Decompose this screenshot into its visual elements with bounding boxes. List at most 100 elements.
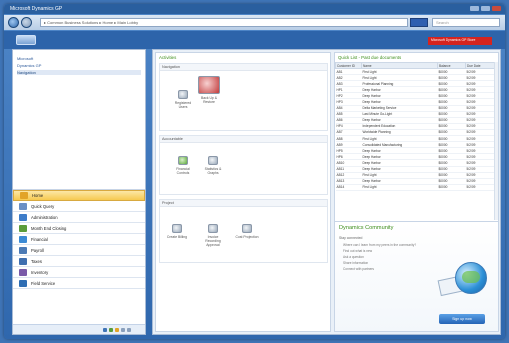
quick-list-table: Customer ID Name Balance Due Date AB1 Fir… [335,62,498,191]
nav-item-payroll[interactable]: Payroll [13,245,145,256]
nav-shortcut-icon[interactable] [103,328,107,332]
nav-item-administration[interactable]: Administration [13,212,145,223]
tile-create-billing[interactable]: Create Billing [164,224,190,239]
toolbar: Microsoft Dynamics GP Store [4,31,505,49]
sign-up-button[interactable]: Sign up now [439,314,485,324]
community-panel: Dynamics Community Stay connected Where … [335,221,498,331]
controls-icon [178,156,188,165]
invoice-icon [208,224,218,233]
table-body: AB1 First Light $0000 5/2/09 AB2 First Light $… [335,68,498,191]
quick-list-panel: Quick List - Past due documents Customer… [334,52,499,332]
backup-icon [198,76,220,94]
title-bar: Microsoft Dynamics GP [4,4,505,14]
tile-label: Cost Projection [235,235,259,239]
community-subtitle: Stay connected [339,236,363,240]
globe-icon [455,262,487,294]
tile-label: Financial Controls [176,167,190,175]
table-cell: First Light [361,184,438,191]
home-icon [20,192,28,199]
tile-backup[interactable]: Back Up & Restore [196,76,222,104]
nav-label: Field Service [31,280,56,286]
nav-item-taxes[interactable]: Taxes [13,256,145,267]
projection-icon [242,224,252,233]
home-button[interactable] [16,35,36,45]
calendar-icon [19,224,27,232]
nav-shortcut-icon[interactable] [127,328,131,332]
section-navigation: Navigation Registered Users Back Up & Re… [159,63,328,131]
address-bar: ▸ Common Business Solutions ▸ Home ▸ Mai… [4,15,505,30]
tile-statistics[interactable]: Statistics & Graphs [200,156,226,175]
sidebar-footer [13,324,145,334]
section-accountable: Accountable Financial Controls Statistic… [159,135,328,195]
nav-item-inventory[interactable]: Inventory [13,267,145,278]
nav-shortcut-icon[interactable] [121,328,125,332]
navigation-pane-list: Home Quick Query Administration Month En… [13,190,145,289]
scrollbar[interactable] [494,62,498,220]
community-title: Dynamics Community [339,225,394,231]
nav-label: Month End Closing [31,225,67,231]
store-button[interactable]: Microsoft Dynamics GP Store [428,37,492,45]
billing-icon [172,224,182,233]
section-title: Accountable [160,136,327,143]
window-title: Microsoft Dynamics GP [10,6,63,12]
tile-label: Statistics & Graphs [204,167,222,175]
users-icon [178,90,188,99]
financial-icon [19,235,27,243]
query-icon [19,202,27,210]
nav-label: Inventory [31,269,49,275]
forward-button[interactable] [21,17,32,28]
nav-label: Administration [31,214,58,220]
activities-panel: Activities Navigation Registered Users B… [155,52,331,332]
tile-registered-users[interactable]: Registered Users [170,90,196,109]
payroll-icon [19,246,27,254]
nav-item-financial[interactable]: Financial [13,234,145,245]
maximize-button[interactable] [481,6,490,11]
section-project: Project Create Billing Invoice Recording… [159,199,328,263]
go-button[interactable] [410,18,428,27]
field-service-icon [19,279,27,287]
statistics-icon [208,156,218,165]
back-button[interactable] [8,17,19,28]
nav-item-field-service[interactable]: Field Service [13,278,145,289]
tree-item[interactable]: Navigation [17,70,141,75]
inventory-icon [19,268,27,276]
tile-invoice-approval[interactable]: Invoice Recording Approval [200,224,226,247]
tree-item[interactable]: Microsoft [17,56,141,61]
tile-label: Invoice Recording Approval [205,235,221,247]
minimize-button[interactable] [470,6,479,11]
app-window: Microsoft Dynamics GP ▸ Common Business … [4,4,505,339]
nav-label: Home [32,193,44,198]
table-cell: $0000 [437,184,466,191]
nav-shortcut-icon[interactable] [115,328,119,332]
tile-financial-controls[interactable]: Financial Controls [170,156,196,175]
nav-label: Financial [31,236,48,242]
navigation-tree: Microsoft Dynamics GP Navigation [13,50,145,190]
nav-item-home[interactable]: Home [13,190,145,201]
section-title: Project [160,200,327,207]
panel-title: Activities [159,55,177,60]
section-title: Navigation [160,64,327,71]
nav-label: Payroll [31,247,44,253]
tile-label: Registered Users [174,101,192,109]
nav-item-month-end[interactable]: Month End Closing [13,223,145,234]
nav-label: Taxes [31,258,42,264]
window-controls [470,6,501,11]
nav-label: Quick Query [31,203,55,209]
taxes-icon [19,257,27,265]
tree-item[interactable]: Dynamics GP [17,63,141,68]
quick-list-title: Quick List - Past due documents [338,55,402,60]
main-content: Activities Navigation Registered Users B… [152,49,501,335]
nav-shortcut-icon[interactable] [109,328,113,332]
admin-icon [19,213,27,221]
table-row[interactable]: AB14 First Light $0000 5/2/09 [335,184,498,191]
nav-item-quick-query[interactable]: Quick Query [13,201,145,212]
table-cell: AB14 [335,184,362,191]
tile-cost-projection[interactable]: Cost Projection [234,224,260,239]
search-input[interactable]: Search [432,18,500,27]
close-button[interactable] [492,6,501,11]
address-field[interactable]: ▸ Common Business Solutions ▸ Home ▸ Mai… [40,18,408,27]
table-cell: 5/2/09 [465,184,498,191]
tile-label: Back Up & Restore [200,96,218,104]
tile-label: Create Billing [166,235,188,239]
sidebar: Microsoft Dynamics GP Navigation Home Qu… [12,49,146,335]
